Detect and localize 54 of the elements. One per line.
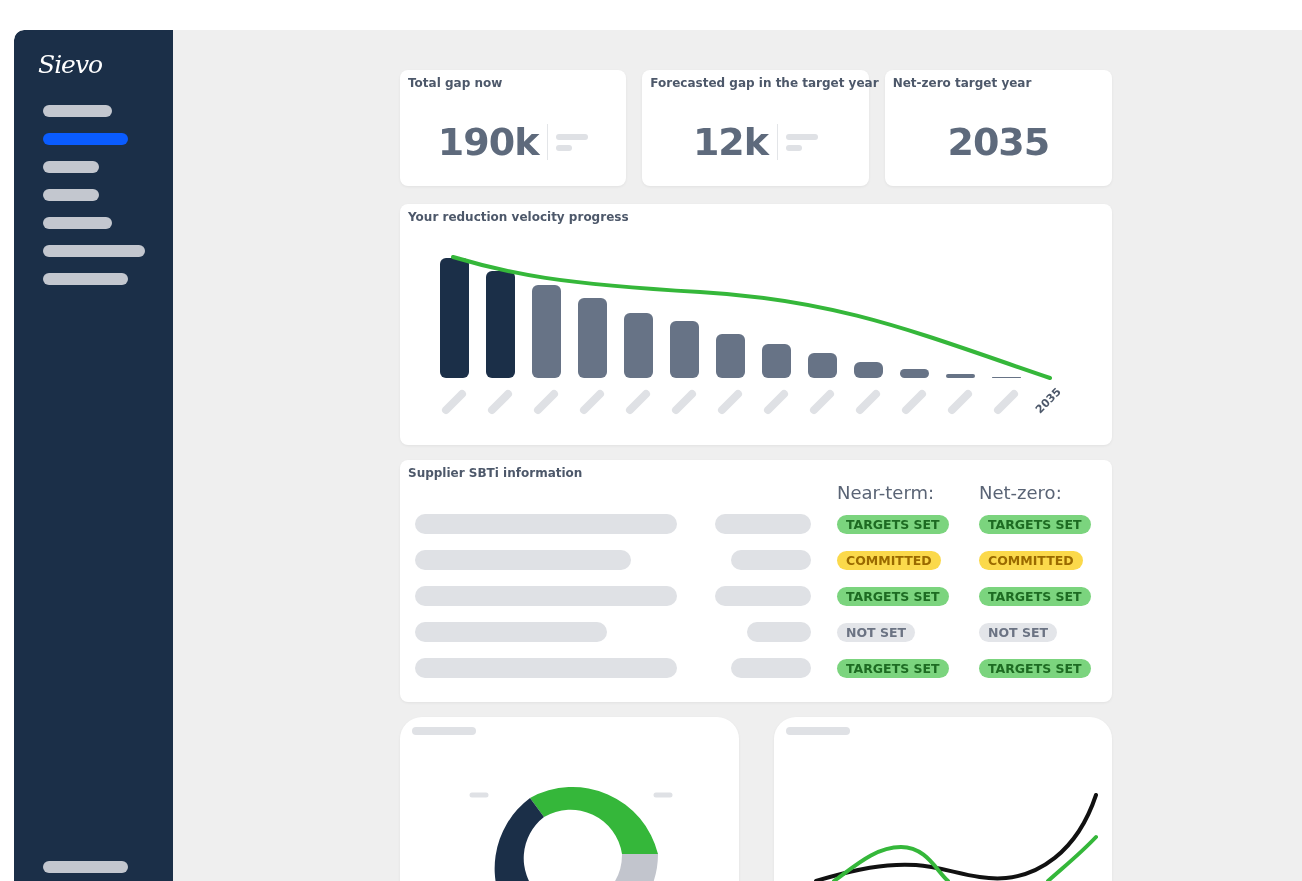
- placeholder-label: [488, 390, 512, 414]
- sidebar-item[interactable]: [43, 273, 128, 285]
- status-badge: TARGETS SET: [837, 586, 949, 606]
- status-badge: TARGETS SET: [979, 658, 1091, 678]
- card-title: Net-zero target year: [892, 76, 1032, 90]
- placeholder-label: [469, 792, 489, 798]
- placeholder-label: [810, 390, 834, 414]
- logo: Sievo: [38, 50, 103, 79]
- sidebar-item[interactable]: [43, 105, 112, 117]
- status-badge: TARGETS SET: [979, 586, 1091, 606]
- status-badge: NOT SET: [837, 622, 916, 642]
- placeholder-label: [672, 390, 696, 414]
- status-badge: NOT SET: [979, 622, 1058, 642]
- status-badge: COMMITTED: [837, 550, 941, 570]
- status-badge: TARGETS SET: [979, 514, 1091, 534]
- sidebar-item[interactable]: [43, 861, 128, 873]
- placeholder-text: [747, 622, 811, 642]
- placeholder-label: [718, 390, 742, 414]
- placeholder-label: [902, 390, 926, 414]
- bar: [808, 353, 837, 378]
- column-header: Near-term:: [837, 482, 935, 503]
- status-badge: COMMITTED: [979, 550, 1083, 570]
- status-badge: TARGETS SET: [837, 658, 949, 678]
- sidebar-item[interactable]: [43, 189, 99, 201]
- kpi-value: 190k: [437, 120, 539, 164]
- bar: [624, 313, 653, 378]
- card-title: Forecasted gap in the target year: [650, 76, 879, 90]
- placeholder-label: [580, 390, 604, 414]
- bar: [946, 374, 975, 378]
- placeholder-label: [534, 390, 558, 414]
- placeholder-text: [786, 727, 850, 735]
- bar: [716, 334, 745, 378]
- placeholder-label: [626, 390, 650, 414]
- placeholder-label: [764, 390, 788, 414]
- bar: [900, 369, 929, 378]
- kpi-value: 12k: [692, 120, 769, 164]
- placeholder-label: [994, 390, 1018, 414]
- bar: [670, 321, 699, 378]
- placeholder-label: [948, 390, 972, 414]
- placeholder-label: [442, 390, 466, 414]
- card-title: Total gap now: [408, 76, 503, 90]
- placeholder-label: [653, 792, 673, 798]
- card-title: Supplier SBTi information: [408, 466, 583, 480]
- sidebar-item[interactable]: [43, 161, 99, 173]
- kpi-value: 2035: [947, 120, 1050, 164]
- placeholder-label: [856, 390, 880, 414]
- bar: [854, 362, 883, 378]
- status-badge: TARGETS SET: [837, 514, 949, 534]
- column-header: Net-zero:: [979, 482, 1062, 503]
- sidebar-item[interactable]: [43, 217, 112, 229]
- placeholder-text: [412, 727, 476, 735]
- card-title: Your reduction velocity progress: [408, 210, 629, 224]
- bar: [762, 344, 791, 378]
- sidebar-item[interactable]: [43, 245, 145, 257]
